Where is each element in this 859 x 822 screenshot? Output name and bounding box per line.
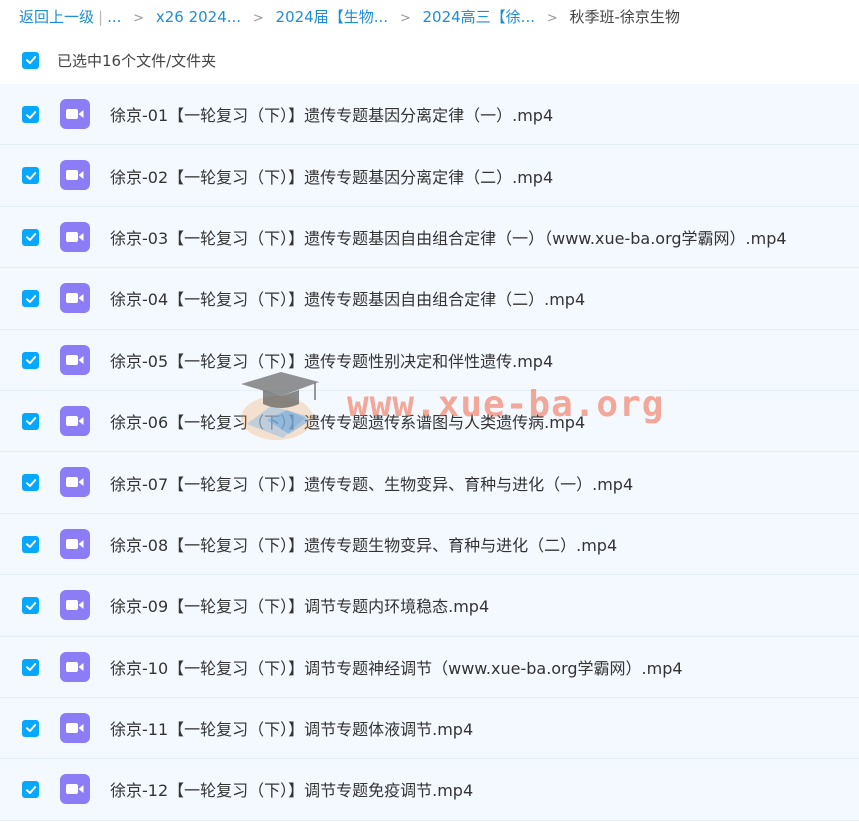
breadcrumb-item[interactable]: 2024届【生物... [276, 8, 388, 26]
video-camera-icon [66, 354, 84, 365]
chevron-right-icon: > [399, 11, 411, 26]
chevron-right-icon: > [252, 11, 264, 26]
checkmark-icon [25, 356, 36, 365]
file-checkbox[interactable] [22, 228, 39, 246]
breadcrumb-current: 秋季班-徐京生物 [569, 8, 680, 26]
file-name[interactable]: 徐京-10【一轮复习（下）】调节专题神经调节（www.xue-ba.org学霸网… [110, 637, 683, 697]
file-checkbox[interactable] [22, 290, 39, 308]
file-row[interactable]: 徐京-08【一轮复习（下）】遗传专题生物变异、育种与进化（二）.mp4 [0, 513, 859, 576]
video-camera-icon [66, 170, 84, 181]
checkmark-icon [25, 110, 36, 119]
video-file-icon [60, 99, 90, 129]
video-camera-icon [66, 415, 84, 426]
chevron-right-icon: > [546, 11, 558, 26]
file-row[interactable]: 徐京-02【一轮复习（下）】遗传专题基因分离定律（二）.mp4 [0, 145, 859, 207]
file-name[interactable]: 徐京-04【一轮复习（下）】遗传专题基因自由组合定律（二）.mp4 [110, 268, 585, 328]
video-camera-icon [66, 538, 84, 549]
file-checkbox[interactable] [22, 781, 39, 799]
chevron-right-icon: > [133, 11, 145, 26]
file-checkbox[interactable] [22, 597, 39, 615]
video-camera-icon [66, 231, 84, 242]
checkmark-icon [25, 601, 36, 610]
file-row[interactable]: 徐京-10【一轮复习（下）】调节专题神经调节（www.xue-ba.org学霸网… [0, 636, 859, 698]
file-checkbox[interactable] [22, 106, 39, 123]
video-file-icon [60, 405, 90, 436]
checkmark-icon [25, 417, 36, 426]
file-row[interactable]: 徐京-07【一轮复习（下）】遗传专题、生物变异、育种与进化（一）.mp4 [0, 452, 859, 514]
file-checkbox[interactable] [22, 351, 39, 369]
file-name[interactable]: 徐京-06【一轮复习（下）】遗传专题遗传系谱图与人类遗传病.mp4 [110, 391, 585, 451]
video-file-icon [60, 467, 90, 498]
video-file-icon [60, 283, 90, 314]
file-row[interactable]: 徐京-12【一轮复习（下）】调节专题免疫调节.mp4 [0, 759, 859, 821]
checkmark-icon [25, 478, 36, 487]
file-checkbox[interactable] [22, 167, 39, 185]
checkmark-icon [25, 294, 36, 303]
breadcrumb-divider: | [98, 8, 104, 26]
checkmark-icon [25, 171, 36, 180]
checkmark-icon [25, 724, 36, 733]
file-name[interactable]: 徐京-01【一轮复习（下）】遗传专题基因分离定律（一）.mp4 [110, 84, 553, 144]
video-camera-icon [66, 722, 84, 733]
breadcrumb-item[interactable]: 2024高三【徐... [423, 8, 535, 26]
file-name[interactable]: 徐京-05【一轮复习（下）】遗传专题性别决定和伴性遗传.mp4 [110, 330, 553, 390]
video-file-icon [60, 590, 90, 621]
file-row[interactable]: 徐京-06【一轮复习（下）】遗传专题遗传系谱图与人类遗传病.mp4 [0, 390, 859, 453]
file-row[interactable]: 徐京-09【一轮复习（下）】调节专题内环境稳态.mp4 [0, 575, 859, 637]
select-all-checkbox[interactable] [22, 51, 39, 69]
checkmark-icon [25, 540, 36, 549]
checkmark-icon [25, 663, 36, 672]
video-file-icon [60, 160, 90, 191]
breadcrumb-item[interactable]: x26 2024... [156, 8, 241, 26]
file-name[interactable]: 徐京-08【一轮复习（下）】遗传专题生物变异、育种与进化（二）.mp4 [110, 514, 617, 574]
select-all-bar: 已选中16个文件/文件夹 [22, 49, 216, 71]
file-name[interactable]: 徐京-09【一轮复习（下）】调节专题内环境稳态.mp4 [110, 575, 489, 635]
video-file-icon [60, 221, 90, 252]
file-checkbox[interactable] [22, 658, 39, 676]
file-name[interactable]: 徐京-11【一轮复习（下）】调节专题体液调节.mp4 [110, 698, 473, 758]
checkmark-icon [25, 56, 36, 64]
video-camera-icon [66, 661, 84, 672]
selection-count-label: 已选中16个文件/文件夹 [57, 51, 217, 70]
file-row[interactable]: 徐京-05【一轮复习（下）】遗传专题性别决定和伴性遗传.mp4 [0, 329, 859, 391]
file-name[interactable]: 徐京-03【一轮复习（下）】遗传专题基因自由组合定律（一）（www.xue-ba… [110, 207, 787, 267]
back-link[interactable]: 返回上一级 [19, 8, 94, 26]
file-row[interactable]: 徐京-04【一轮复习（下）】遗传专题基因自由组合定律（二）.mp4 [0, 268, 859, 330]
video-file-icon [60, 774, 90, 805]
checkmark-icon [25, 785, 36, 794]
file-checkbox[interactable] [22, 412, 39, 430]
video-camera-icon [66, 600, 84, 611]
file-name[interactable]: 徐京-12【一轮复习（下）】调节专题免疫调节.mp4 [110, 759, 473, 819]
file-row[interactable]: 徐京-11【一轮复习（下）】调节专题体液调节.mp4 [0, 697, 859, 760]
video-camera-icon [66, 293, 84, 304]
video-file-icon [60, 712, 90, 743]
file-checkbox[interactable] [22, 535, 39, 553]
file-checkbox[interactable] [22, 474, 39, 492]
file-name[interactable]: 徐京-02【一轮复习（下）】遗传专题基因分离定律（二）.mp4 [110, 145, 553, 205]
checkmark-icon [25, 233, 36, 242]
file-name[interactable]: 徐京-07【一轮复习（下）】遗传专题、生物变异、育种与进化（一）.mp4 [110, 452, 633, 512]
video-file-icon [60, 651, 90, 682]
file-row[interactable]: 徐京-01【一轮复习（下）】遗传专题基因分离定律（一）.mp4 [0, 84, 859, 146]
video-camera-icon [66, 477, 84, 488]
breadcrumb-ellipsis[interactable]: ... [107, 8, 121, 26]
video-file-icon [60, 344, 90, 375]
breadcrumb: 返回上一级 |... > x26 2024... > 2024届【生物... > … [19, 6, 680, 28]
video-file-icon [60, 528, 90, 559]
file-checkbox[interactable] [22, 719, 39, 737]
video-camera-icon [66, 109, 84, 119]
file-row[interactable]: 徐京-03【一轮复习（下）】遗传专题基因自由组合定律（一）（www.xue-ba… [0, 206, 859, 269]
file-list: 徐京-01【一轮复习（下）】遗传专题基因分离定律（一）.mp4 徐京-02【一轮复… [0, 84, 859, 821]
video-camera-icon [66, 784, 84, 795]
